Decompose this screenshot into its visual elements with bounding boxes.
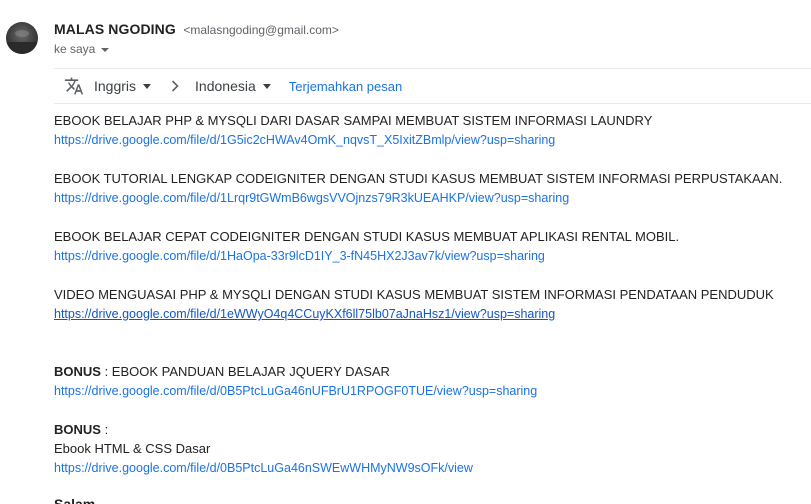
item-title: EBOOK BELAJAR CEPAT CODEIGNITER DENGAN S… <box>54 229 680 244</box>
bonus-label: BONUS <box>54 364 101 379</box>
list-item: EBOOK BELAJAR CEPAT CODEIGNITER DENGAN S… <box>54 227 811 266</box>
item-title: VIDEO MENGUASAI PHP & MYSQLI DENGAN STUD… <box>54 287 774 302</box>
avatar-highlight <box>15 30 29 37</box>
sender-email: <malasngoding@gmail.com> <box>183 23 339 37</box>
chevron-down-icon <box>101 47 110 52</box>
translate-message-link[interactable]: Terjemahkan pesan <box>289 79 402 94</box>
message-body: EBOOK BELAJAR PHP & MYSQLI DARI DASAR SA… <box>54 111 811 478</box>
bonus-link[interactable]: https://drive.google.com/file/d/0B5PtcLu… <box>54 461 473 475</box>
item-link[interactable]: https://drive.google.com/file/d/1Lrqr9tG… <box>54 191 569 205</box>
bonus-title: BONUS : EBOOK PANDUAN BELAJAR JQUERY DAS… <box>54 362 811 381</box>
sender-name[interactable]: MALAS NGODING <box>54 21 176 37</box>
email-message: MALAS NGODING <malasngoding@gmail.com> k… <box>0 0 811 504</box>
translate-icon <box>64 75 86 97</box>
bonus-link[interactable]: https://drive.google.com/file/d/0B5PtcLu… <box>54 384 537 398</box>
source-language-label: Inggris <box>94 78 137 94</box>
item-title: EBOOK TUTORIAL LENGKAP CODEIGNITER DENGA… <box>54 171 783 186</box>
chevron-right-icon <box>171 79 181 93</box>
sender-line: MALAS NGODING <malasngoding@gmail.com> <box>54 21 339 39</box>
bonus-title: BONUS : <box>54 420 811 439</box>
recipient-toggle[interactable]: ke saya <box>54 42 110 56</box>
item-link[interactable]: https://drive.google.com/file/d/1HaOpa-3… <box>54 249 545 263</box>
item-title: EBOOK BELAJAR PHP & MYSQLI DARI DASAR SA… <box>54 113 653 128</box>
item-link[interactable]: https://drive.google.com/file/d/1eWWyO4q… <box>54 307 555 321</box>
bonus-text: : <box>100 422 109 437</box>
bonus-item: BONUS : Ebook HTML & CSS Dasar https://d… <box>54 420 811 478</box>
target-language-select[interactable]: Indonesia <box>195 78 271 94</box>
list-item: EBOOK TUTORIAL LENGKAP CODEIGNITER DENGA… <box>54 169 811 208</box>
list-item: EBOOK BELAJAR PHP & MYSQLI DARI DASAR SA… <box>54 111 811 150</box>
recipient-label: ke saya <box>54 42 96 56</box>
avatar-shade <box>6 42 38 54</box>
bonus-label: BONUS <box>54 422 101 437</box>
target-language-label: Indonesia <box>195 78 256 94</box>
item-link[interactable]: https://drive.google.com/file/d/1G5ic2cH… <box>54 133 555 147</box>
sender-avatar[interactable] <box>6 22 38 54</box>
bonus-item: BONUS : EBOOK PANDUAN BELAJAR JQUERY DAS… <box>54 362 811 401</box>
chevron-down-icon <box>143 84 152 89</box>
signature-text: Salam, <box>54 497 99 504</box>
list-item: VIDEO MENGUASAI PHP & MYSQLI DENGAN STUD… <box>54 285 811 324</box>
bonus-text: : EBOOK PANDUAN BELAJAR JQUERY DASAR <box>100 364 390 379</box>
bonus-subtitle: Ebook HTML & CSS Dasar <box>54 441 211 456</box>
source-language-select[interactable]: Inggris <box>94 78 152 94</box>
chevron-down-icon <box>262 84 271 89</box>
translate-bar: Inggris Indonesia Terjemahkan pesan <box>54 68 811 104</box>
